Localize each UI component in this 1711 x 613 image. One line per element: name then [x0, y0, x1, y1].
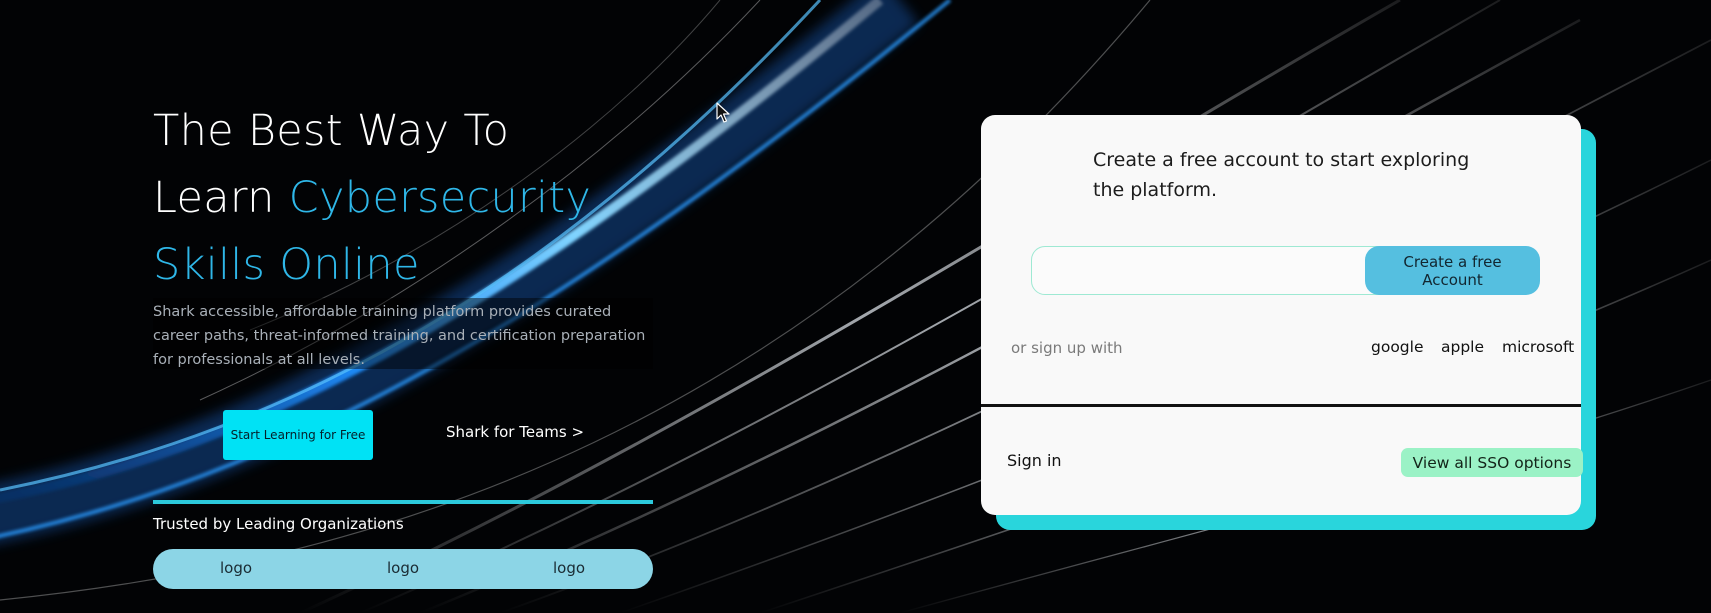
- signup-card: Create a free account to start exploring…: [981, 115, 1583, 515]
- hero-divider: [153, 500, 653, 504]
- hero-description: Shark accessible, affordable training pl…: [153, 298, 653, 369]
- trusted-label: Trusted by Leading Organizations: [153, 515, 404, 533]
- logo-strip: logo logo logo: [153, 549, 653, 589]
- partner-logo: logo: [220, 559, 253, 577]
- card-divider: [981, 404, 1581, 407]
- headline-accent-2: Skills Online: [153, 240, 420, 290]
- view-sso-options-button[interactable]: View all SSO options: [1401, 448, 1583, 477]
- headline-line-1: The Best Way To: [153, 106, 510, 156]
- or-signup-label: or sign up with: [1011, 339, 1123, 357]
- start-learning-button[interactable]: Start Learning for Free: [223, 410, 373, 460]
- teams-link[interactable]: Shark for Teams >: [446, 423, 584, 441]
- partner-logo: logo: [553, 559, 586, 577]
- headline-accent-1: Cybersecurity: [288, 173, 592, 223]
- google-signup-link[interactable]: google: [1371, 338, 1424, 356]
- hero-section: The Best Way To Learn Cybersecurity Skil…: [0, 0, 1711, 613]
- apple-signup-link[interactable]: apple: [1441, 338, 1484, 356]
- hero-headline: The Best Way To Learn Cybersecurity Skil…: [153, 98, 713, 299]
- sign-in-link[interactable]: Sign in: [1007, 451, 1062, 470]
- microsoft-signup-link[interactable]: microsoft: [1502, 338, 1574, 356]
- partner-logo: logo: [387, 559, 420, 577]
- headline-learn: Learn: [153, 173, 275, 223]
- signup-intro: Create a free account to start exploring…: [1093, 149, 1470, 201]
- create-account-button[interactable]: Create a free Account: [1365, 246, 1540, 295]
- mouse-pointer-icon: [716, 102, 730, 123]
